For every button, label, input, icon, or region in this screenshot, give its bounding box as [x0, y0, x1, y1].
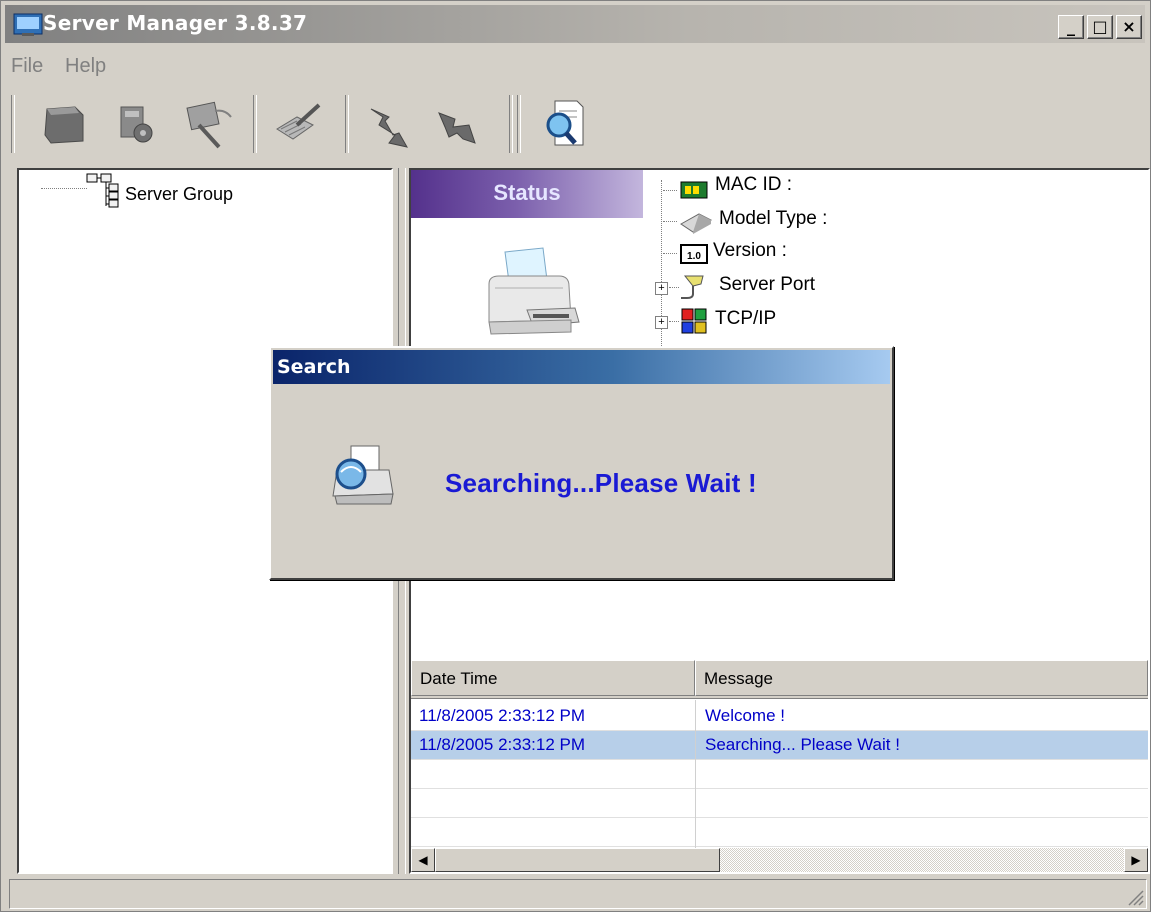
toolbar-separator — [517, 95, 521, 153]
log-time: 11/8/2005 2:33:12 PM — [419, 706, 586, 725]
log-row-selected[interactable]: 11/8/2005 2:33:12 PM Searching... Please… — [411, 731, 1148, 760]
version-icon: 1.0 — [680, 244, 708, 264]
window-title: Server Manager 3.8.37 — [43, 11, 308, 35]
port-icon — [681, 275, 704, 299]
search-dialog: Search Searching...Please Wait ! — [269, 346, 894, 580]
property-version: Version : — [713, 240, 787, 261]
resize-grip-icon[interactable] — [1126, 888, 1144, 906]
settings-pen-icon[interactable] — [267, 95, 327, 153]
menu-bar: File Help — [5, 51, 1145, 81]
tree-connector — [663, 190, 677, 191]
column-divider — [695, 700, 696, 848]
server-group-icon — [86, 173, 119, 208]
dialog-message: Searching...Please Wait ! — [445, 468, 757, 498]
tree-connector — [663, 253, 677, 254]
minimize-button[interactable]: _ — [1058, 15, 1084, 39]
title-bar[interactable]: Server Manager 3.8.37 _ □ × — [5, 5, 1145, 43]
toolbar-separator — [509, 95, 513, 153]
server-manager-window: Server Manager 3.8.37 _ □ × File Help Se… — [0, 0, 1151, 912]
maximize-button[interactable]: □ — [1087, 15, 1113, 39]
log-row-empty — [411, 818, 1148, 847]
log-time: 11/8/2005 2:33:12 PM — [419, 735, 586, 754]
network-scan-icon[interactable] — [175, 95, 235, 153]
close-button[interactable]: × — [1116, 15, 1142, 39]
log-row[interactable]: 11/8/2005 2:33:12 PM Welcome ! — [411, 702, 1148, 731]
horizontal-scrollbar[interactable]: ◀ ▶ — [411, 848, 1148, 872]
open-device-icon[interactable] — [35, 95, 95, 153]
toolbar-separator — [253, 95, 257, 153]
dialog-title-bar[interactable]: Search — [273, 350, 890, 384]
tree-item-server-group[interactable]: Server Group — [125, 184, 233, 205]
column-date-time[interactable]: Date Time — [411, 660, 695, 696]
expand-server-port-icon[interactable]: + — [655, 282, 668, 295]
menu-file[interactable]: File — [11, 55, 43, 78]
tree-connector — [663, 221, 677, 222]
tree-connector — [669, 287, 679, 288]
property-model-type: Model Type : — [719, 208, 828, 229]
tree-connector — [41, 188, 87, 189]
dialog-title: Search — [277, 356, 351, 378]
property-tcpip[interactable]: TCP/IP — [715, 308, 776, 330]
log-row-empty — [411, 760, 1148, 789]
scroll-left-button[interactable]: ◀ — [411, 848, 435, 872]
app-icon — [13, 13, 43, 36]
menu-help[interactable]: Help — [65, 55, 106, 78]
expand-tcpip-icon[interactable]: + — [655, 316, 668, 329]
property-server-port[interactable]: Server Port — [719, 274, 815, 296]
searching-printer-icon — [332, 445, 394, 505]
log-row-empty — [411, 789, 1148, 818]
toolbar-separator — [345, 95, 349, 153]
model-icon — [680, 213, 712, 234]
printer-icon — [488, 247, 580, 335]
config-icon[interactable] — [105, 95, 165, 153]
scroll-right-button[interactable]: ▶ — [1124, 848, 1148, 872]
tcpip-icon — [681, 308, 707, 334]
log-message: Searching... Please Wait ! — [705, 735, 900, 754]
toolbar-separator — [11, 95, 15, 153]
search-icon[interactable] — [535, 95, 595, 153]
log-header: Date Time Message — [411, 660, 1148, 699]
toolbar — [5, 89, 1145, 159]
tree-connector — [669, 321, 679, 322]
property-mac-id: MAC ID : — [715, 174, 793, 195]
disconnect-icon[interactable] — [359, 95, 419, 153]
reconnect-icon[interactable] — [429, 95, 489, 153]
log-message: Welcome ! — [705, 706, 785, 725]
chip-icon — [680, 181, 708, 199]
svg-text:1.0: 1.0 — [687, 251, 701, 262]
column-message[interactable]: Message — [695, 660, 1148, 696]
scroll-thumb[interactable] — [435, 848, 720, 872]
status-header: Status — [411, 170, 643, 218]
status-bar — [9, 879, 1147, 909]
